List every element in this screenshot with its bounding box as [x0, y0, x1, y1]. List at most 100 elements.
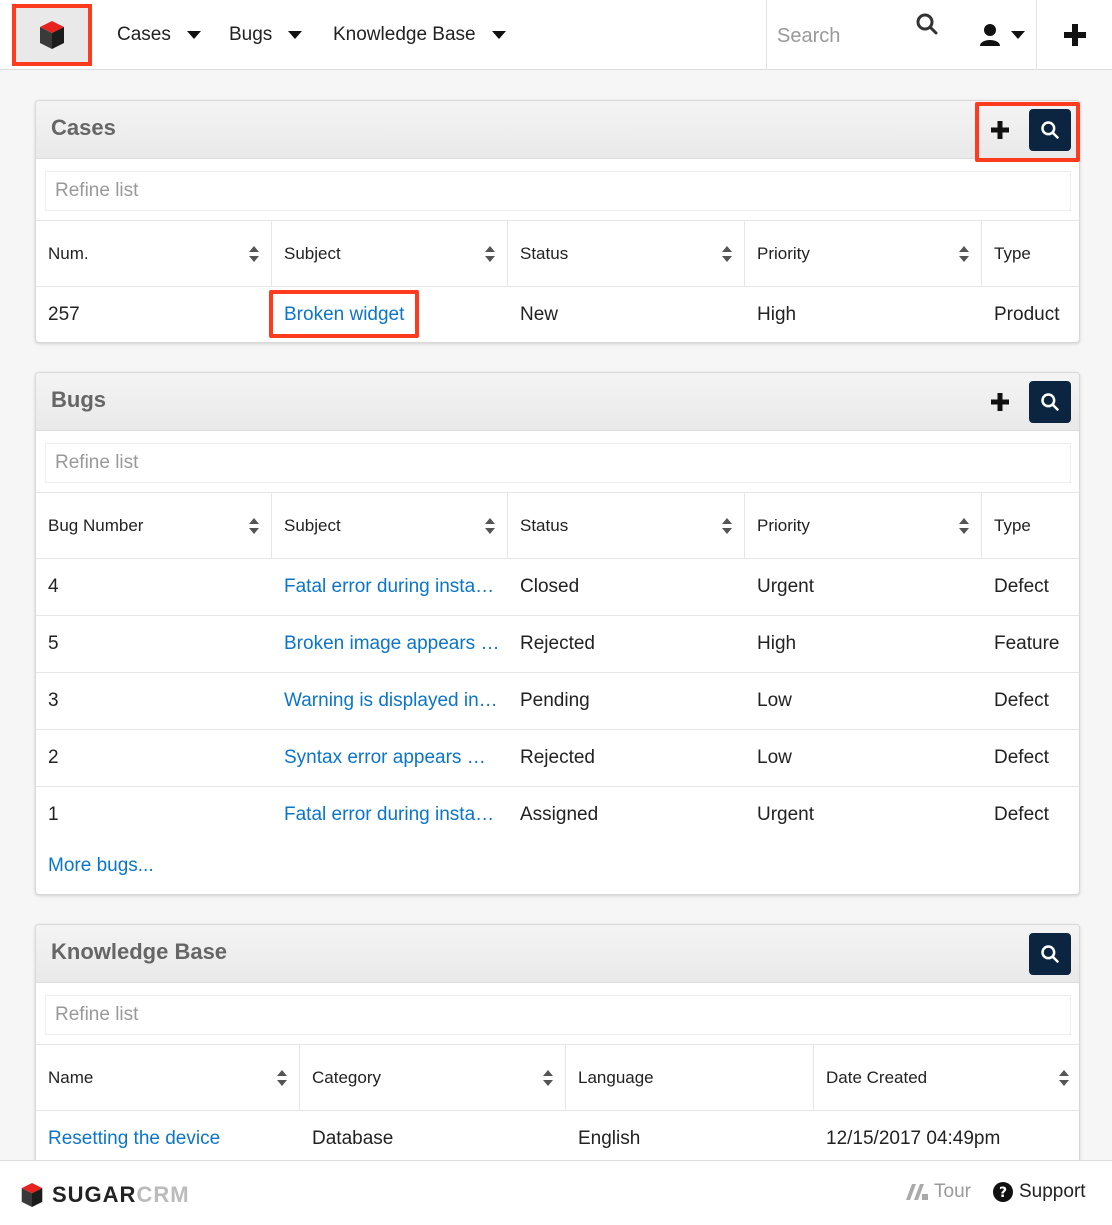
bug-priority: Low	[757, 690, 792, 711]
column-header-priority[interactable]: Priority	[745, 493, 982, 558]
nav-tab-bugs[interactable]: Bugs	[229, 0, 303, 70]
search-icon	[1041, 945, 1059, 963]
case-priority: High	[757, 304, 797, 325]
table-row: 257 Broken widget New High Product	[36, 286, 1079, 342]
sort-icon	[543, 1069, 553, 1086]
column-header-num[interactable]: Num.	[36, 221, 272, 286]
user-menu-button[interactable]	[968, 0, 1036, 70]
bug-number: 4	[48, 576, 59, 597]
chevron-down-icon	[288, 31, 303, 39]
kb-category: Database	[312, 1128, 394, 1149]
tour-link[interactable]: Tour	[906, 1181, 971, 1203]
bug-type: Defect	[994, 804, 1049, 825]
cases-dashlet: Cases Num. Subject Status	[35, 100, 1080, 343]
bug-subject-link[interactable]: Fatal error during insta…	[272, 787, 494, 843]
svg-text:?: ?	[999, 1185, 1007, 1201]
kb-article-link[interactable]: Resetting the device	[36, 1111, 220, 1167]
case-subject-link[interactable]: Broken widget	[272, 287, 404, 342]
column-header-type[interactable]: Type	[982, 493, 1079, 558]
bug-number: 3	[48, 690, 59, 711]
search-bugs-button[interactable]	[1029, 381, 1071, 423]
search-knowledge-base-button[interactable]	[1029, 933, 1071, 975]
refine-bugs-input[interactable]	[45, 443, 1071, 483]
knowledge-base-dashlet-header: Knowledge Base	[36, 925, 1079, 983]
column-header-category[interactable]: Category	[300, 1045, 566, 1110]
plus-icon	[991, 121, 1009, 139]
top-navigation-bar: Cases Bugs Knowledge Base	[0, 0, 1112, 70]
column-header-language[interactable]: Language	[566, 1045, 814, 1110]
plus-icon	[1063, 24, 1086, 46]
nav-tab-knowledge-base[interactable]: Knowledge Base	[333, 0, 506, 70]
tour-icon	[906, 1184, 928, 1200]
global-search-input[interactable]	[777, 18, 917, 54]
bug-subject-link[interactable]: Syntax error appears …	[272, 730, 486, 786]
support-link[interactable]: ? Support	[993, 1181, 1086, 1203]
bug-priority: Urgent	[757, 576, 815, 597]
column-header-subject[interactable]: Subject	[272, 221, 508, 286]
create-case-button[interactable]	[983, 113, 1017, 147]
kb-date-created: 12/15/2017 04:49pm	[826, 1128, 1001, 1149]
bug-status: Pending	[520, 690, 590, 711]
column-header-status[interactable]: Status	[508, 221, 745, 286]
sort-icon	[249, 245, 259, 262]
sort-icon	[959, 517, 969, 534]
sort-icon	[722, 517, 732, 534]
case-number: 257	[48, 304, 80, 325]
create-bug-button[interactable]	[983, 385, 1017, 419]
table-row: 2 Syntax error appears … Rejected Low De…	[36, 729, 1079, 786]
search-icon	[1041, 393, 1059, 411]
bug-type: Feature	[994, 633, 1060, 654]
question-circle-icon: ?	[993, 1182, 1013, 1202]
cases-dashlet-header: Cases	[36, 101, 1079, 159]
search-icon[interactable]	[915, 12, 945, 42]
sort-icon	[1059, 1069, 1069, 1086]
bug-priority: Low	[757, 747, 792, 768]
bug-type: Defect	[994, 747, 1049, 768]
column-header-priority[interactable]: Priority	[745, 221, 982, 286]
bug-subject-link[interactable]: Fatal error during insta…	[272, 559, 494, 615]
user-icon	[980, 24, 1000, 46]
more-bugs-link[interactable]: More bugs...	[48, 855, 154, 877]
table-row: 3 Warning is displayed in… Pending Low D…	[36, 672, 1079, 729]
sort-icon	[722, 245, 732, 262]
column-header-type[interactable]: Type	[982, 221, 1079, 286]
bugs-dashlet-header: Bugs	[36, 373, 1079, 431]
refine-knowledge-base-input[interactable]	[45, 995, 1071, 1035]
nav-tab-label: Bugs	[229, 24, 273, 45]
refine-cases-input[interactable]	[45, 171, 1071, 211]
plus-icon	[991, 393, 1009, 411]
bug-subject-link[interactable]: Broken image appears …	[272, 616, 499, 672]
column-header-subject[interactable]: Subject	[272, 493, 508, 558]
column-header-date-created[interactable]: Date Created	[814, 1045, 1079, 1110]
nav-tab-cases[interactable]: Cases	[117, 0, 201, 70]
nav-tab-label: Cases	[117, 24, 171, 45]
quick-create-button[interactable]	[1036, 0, 1112, 70]
column-header-bug-number[interactable]: Bug Number	[36, 493, 272, 558]
home-logo-button[interactable]	[12, 4, 92, 66]
search-cases-button[interactable]	[1029, 109, 1071, 151]
sugar-cube-icon	[40, 21, 64, 49]
column-header-status[interactable]: Status	[508, 493, 745, 558]
sort-icon	[277, 1069, 287, 1086]
sort-icon	[249, 517, 259, 534]
kb-language: English	[578, 1128, 641, 1149]
bug-priority: Urgent	[757, 804, 815, 825]
sort-icon	[485, 245, 495, 262]
bug-priority: High	[757, 633, 797, 654]
case-type: Product	[994, 304, 1060, 325]
bug-subject-link[interactable]: Warning is displayed in…	[272, 673, 498, 729]
table-header-row: Bug Number Subject Status Priority Type	[36, 492, 1079, 558]
bug-number: 1	[48, 804, 59, 825]
column-header-name[interactable]: Name	[36, 1045, 300, 1110]
bug-number: 2	[48, 747, 59, 768]
table-row: 5 Broken image appears … Rejected High F…	[36, 615, 1079, 672]
chevron-down-icon	[491, 31, 506, 39]
table-row: Resetting the device Database English 12…	[36, 1110, 1079, 1167]
global-search	[766, 0, 966, 70]
chevron-down-icon	[1011, 31, 1025, 39]
bug-type: Defect	[994, 576, 1049, 597]
bug-status: Closed	[520, 576, 580, 597]
sugar-cube-icon	[21, 1183, 43, 1207]
bug-status: Rejected	[520, 747, 595, 768]
bug-type: Defect	[994, 690, 1049, 711]
